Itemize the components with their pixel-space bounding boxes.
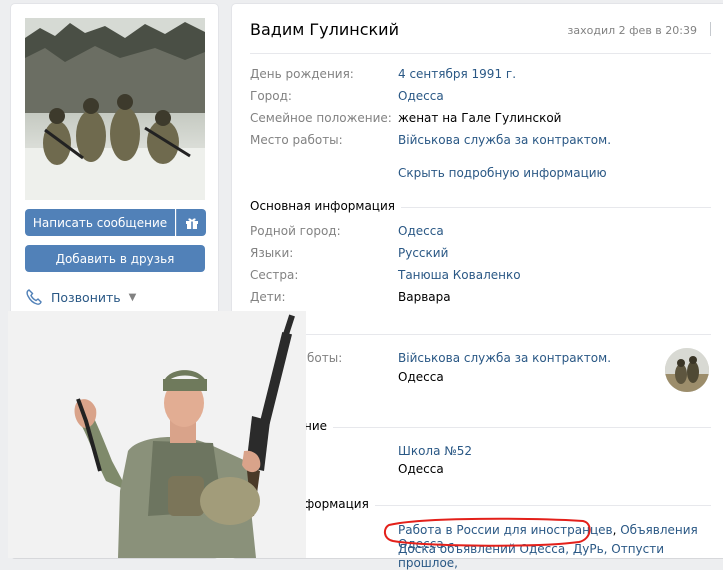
career-group-avatar[interactable] <box>665 348 709 392</box>
call-link[interactable]: Позвонить ▼ <box>25 288 136 306</box>
city-link[interactable]: Одесса <box>398 89 444 105</box>
school-city: Одесса <box>398 462 444 476</box>
gift-button[interactable] <box>176 209 206 236</box>
profile-photo[interactable] <box>25 18 205 200</box>
career-link[interactable]: Військова служба за контрактом. <box>398 351 611 367</box>
info-label: боты: <box>307 351 343 365</box>
gift-icon <box>185 217 198 229</box>
red-highlight-annotation <box>383 517 591 547</box>
info-row-work: Место работы: Військова служба за контра… <box>250 133 611 149</box>
phone-icon <box>26 289 42 305</box>
info-label: Семейное положение: <box>250 111 392 125</box>
info-row-birthday: День рождения: 4 сентября 1991 г. <box>250 67 516 83</box>
group-avatar-image <box>665 348 709 392</box>
relationship-value[interactable]: женат на Гале Гулинской <box>398 111 561 127</box>
send-message-label: Написать сообщение <box>32 215 168 230</box>
info-row-city: Город: Одесса <box>250 89 444 105</box>
chevron-down-icon: ▼ <box>128 291 137 303</box>
profile-name: Вадим Гулинский <box>250 20 399 39</box>
education-section-title: ние <box>304 419 334 433</box>
personal-section-title: формация <box>304 497 375 511</box>
career-key-fragment: боты: Військова служба за контрактом. <box>307 351 611 367</box>
sister-link[interactable]: Танюша Коваленко <box>398 268 521 284</box>
info-label: Город: <box>250 89 292 103</box>
soldier-with-rifle-image <box>8 311 306 558</box>
add-friend-label: Добавить в друзья <box>55 251 175 266</box>
info-row-children: Дети: Варвара <box>250 290 451 306</box>
career-city: Одесса <box>398 370 444 384</box>
header-divider <box>710 22 711 36</box>
language-link[interactable]: Русский <box>398 246 448 262</box>
school-link[interactable]: Школа №52 <box>398 444 472 458</box>
hometown-link[interactable]: Одесса <box>398 224 444 240</box>
section-line <box>250 334 711 335</box>
info-label: Место работы: <box>250 133 343 147</box>
birthday-link[interactable]: 4 сентября 1991 г. <box>398 67 516 83</box>
info-row-sister: Сестра: Танюша Коваленко <box>250 268 521 284</box>
info-label: Сестра: <box>250 268 299 282</box>
info-row-hometown: Родной город: Одесса <box>250 224 444 240</box>
header-separator <box>250 53 711 54</box>
info-label: Языки: <box>250 246 294 260</box>
send-message-button[interactable]: Написать сообщение <box>25 209 175 236</box>
overlay-soldier-photo <box>8 311 306 558</box>
main-info-section-title: Основная информация <box>250 199 401 213</box>
info-row-languages: Языки: Русский <box>250 246 448 262</box>
soldiers-photo-image <box>25 18 205 200</box>
info-label: Родной город: <box>250 224 341 238</box>
info-label: Дети: <box>250 290 286 304</box>
info-label: День рождения: <box>250 67 354 81</box>
work-link[interactable]: Військова служба за контрактом. <box>398 133 611 149</box>
call-label: Позвонить <box>51 289 121 305</box>
last-seen-status: заходил 2 фев в 20:39 <box>567 24 697 37</box>
children-value: Варвара <box>398 290 451 304</box>
info-row-relationship: Семейное положение: женат на Гале Гулинс… <box>250 111 561 127</box>
add-friend-button[interactable]: Добавить в друзья <box>25 245 205 272</box>
toggle-details-link[interactable]: Скрыть подробную информацию <box>398 166 607 180</box>
